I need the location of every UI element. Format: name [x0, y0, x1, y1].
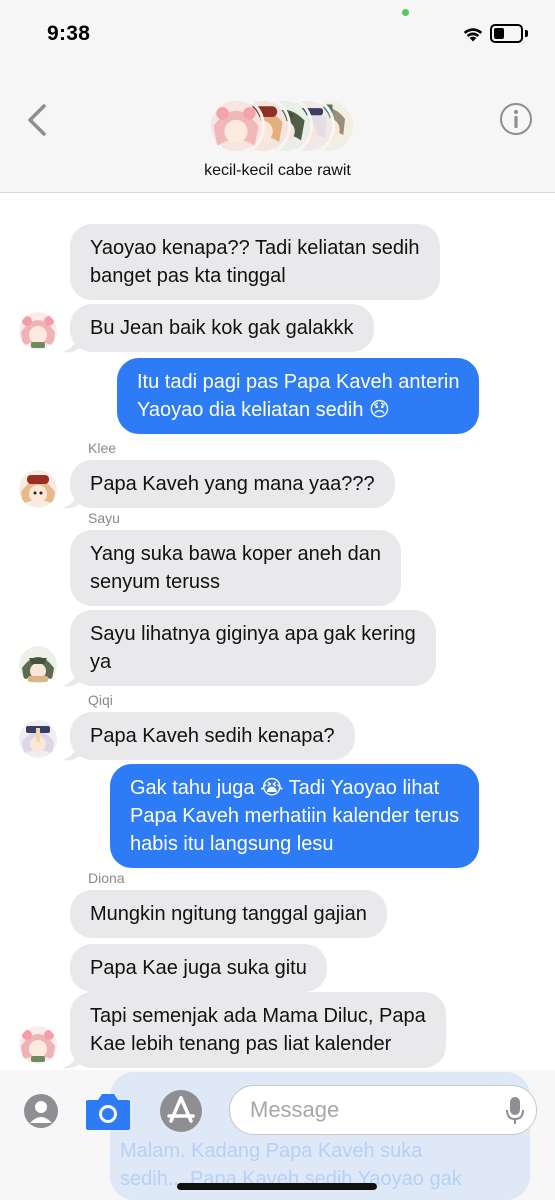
group-name[interactable]: kecil-kecil cabe rawit [0, 162, 555, 180]
message-bubble-incoming[interactable]: Papa Kae juga suka gitu [70, 944, 327, 992]
message-bubble-incoming[interactable]: Papa Kaveh sedih kenapa? [70, 712, 355, 760]
message-line: Kae lebih tenang pas liat kalender [90, 1033, 392, 1055]
avatar-sayu[interactable] [19, 646, 57, 684]
bubble-tail [62, 334, 82, 353]
message-placeholder: Message [250, 1097, 340, 1122]
message-line: Papa Kaveh sedih kenapa? [90, 725, 335, 747]
bubble-tail [62, 1050, 82, 1069]
back-chevron-icon[interactable] [22, 102, 52, 138]
microphone-icon[interactable] [505, 1096, 525, 1126]
message-line: Yang suka bawa koper aneh dan [90, 543, 381, 565]
message-line: banget pas kta tinggal [90, 265, 286, 287]
message-line: Papa Kaveh merhatiin kalender terus [130, 805, 460, 827]
message-line: Itu tadi pagi pas Papa Kaveh anterin [137, 371, 460, 393]
message-bubble-incoming[interactable]: Yang suka bawa koper aneh dan senyum ter… [70, 530, 401, 606]
bubble-tail [62, 668, 82, 687]
battery-icon [490, 24, 523, 43]
message-bubble-incoming[interactable]: Mungkin ngitung tanggal gajian [70, 890, 387, 938]
message-line: Gak tahu juga 😭 Tadi Yaoyao lihat [130, 777, 440, 799]
wifi-icon [463, 28, 483, 42]
contact-icon[interactable] [24, 1094, 58, 1128]
avatar-klee[interactable] [19, 470, 57, 508]
battery-tip [525, 30, 528, 37]
message-bubble-incoming[interactable]: Yaoyao kenapa?? Tadi keliatan sedih bang… [70, 224, 440, 300]
message-line: habis itu langsung lesu [130, 833, 334, 855]
message-bubble-outgoing[interactable]: Gak tahu juga 😭 Tadi Yaoyao lihat Papa K… [110, 764, 480, 868]
camera-icon[interactable] [84, 1090, 132, 1132]
message-line: Papa Kae juga suka gitu [90, 957, 307, 979]
avatar-qiqi[interactable] [19, 720, 57, 758]
home-indicator[interactable] [177, 1183, 377, 1190]
bubble-tail [62, 742, 82, 761]
app-store-icon[interactable] [158, 1089, 204, 1133]
message-bubble-incoming[interactable]: Sayu lihatnya giginya apa gak kering ya [70, 610, 436, 686]
message-list[interactable]: Yaoyao kenapa?? Tadi keliatan sedih bang… [0, 194, 555, 1070]
status-bar: 9:38 [0, 0, 555, 66]
status-time: 9:38 [47, 22, 91, 45]
sender-name: Klee [88, 440, 117, 456]
message-line: Sayu lihatnya giginya apa gak kering [90, 623, 416, 645]
message-bubble-incoming[interactable]: Tapi semenjak ada Mama Diluc, Papa Kae l… [70, 992, 446, 1068]
info-icon[interactable] [498, 101, 534, 137]
message-line: Yaoyao dia keliatan sedih 😞 [137, 399, 390, 421]
ghost-message-line: Malam. Kadang Papa Kaveh suka [120, 1140, 423, 1162]
conversation-header: kecil-kecil cabe rawit [0, 66, 555, 193]
sender-name: Sayu [88, 510, 120, 526]
message-line: Bu Jean baik kok gak galakkk [90, 317, 354, 339]
message-bubble-incoming[interactable]: Bu Jean baik kok gak galakkk [70, 304, 374, 352]
sender-name: Qiqi [88, 692, 113, 708]
message-bubble-outgoing[interactable]: Itu tadi pagi pas Papa Kaveh anterin Yao… [117, 358, 480, 434]
message-line: ya [90, 651, 112, 673]
group-avatar-stack[interactable] [207, 96, 357, 158]
avatar-yaoyao[interactable] [19, 312, 57, 350]
privacy-indicator-dot [402, 9, 409, 16]
message-bubble-incoming[interactable]: Papa Kaveh yang mana yaa??? [70, 460, 395, 508]
bubble-tail [62, 490, 82, 509]
sender-name: Diona [88, 870, 125, 886]
message-line: Tapi semenjak ada Mama Diluc, Papa [90, 1005, 426, 1027]
member-avatar-1 [207, 96, 265, 156]
message-line: Yaoyao kenapa?? Tadi keliatan sedih [90, 237, 420, 259]
avatar-yaoyao[interactable] [19, 1026, 57, 1064]
message-line: senyum teruss [90, 571, 221, 593]
message-input[interactable]: Message [229, 1085, 537, 1135]
message-line: Papa Kaveh yang mana yaa??? [90, 473, 375, 495]
message-line: Mungkin ngitung tanggal gajian [90, 903, 367, 925]
